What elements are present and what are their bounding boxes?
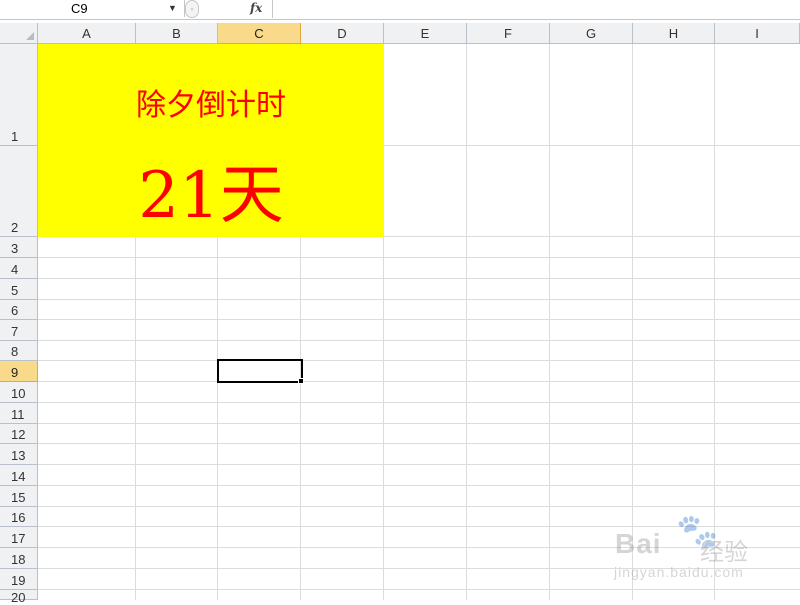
row-header-18[interactable]: 18 (0, 548, 38, 569)
row-header-19[interactable]: 19 (0, 569, 38, 590)
row-header-14[interactable]: 14 (0, 465, 38, 486)
row-header-17[interactable]: 17 (0, 527, 38, 548)
formula-bar-resize-handle[interactable]: ◦ (185, 0, 199, 18)
column-header-g[interactable]: G (550, 23, 633, 44)
row-header-12[interactable]: 12 (0, 424, 38, 444)
watermark-url: jingyan.baidu.com (614, 564, 744, 580)
row-header-2[interactable]: 2 (0, 146, 38, 237)
cell-a2-countdown: 21天 (138, 159, 284, 233)
active-cell-c9[interactable] (217, 359, 303, 383)
insert-function-icon[interactable]: fx (250, 0, 262, 17)
watermark-logo-text: Bai (615, 528, 662, 559)
cell-a1-title: 除夕倒计时 (136, 88, 286, 123)
row-header-9[interactable]: 9 (0, 361, 38, 382)
row-header-15[interactable]: 15 (0, 486, 38, 507)
column-header-f[interactable]: F (467, 23, 550, 44)
row-header-6[interactable]: 6 (0, 300, 38, 320)
row-header-8[interactable]: 8 (0, 341, 38, 361)
watermark-logo-suffix: 经验 (700, 539, 748, 566)
select-all-button[interactable] (0, 23, 38, 44)
row-header-3[interactable]: 3 (0, 237, 38, 258)
formula-input[interactable] (272, 0, 800, 18)
column-header-a[interactable]: A (38, 23, 136, 44)
name-box[interactable]: C9 ▼ (0, 0, 185, 17)
row-header-10[interactable]: 10 (0, 382, 38, 403)
name-box-value: C9 (71, 1, 88, 16)
formula-bar: C9 ▼ ◦ fx (0, 0, 800, 20)
column-header-h[interactable]: H (633, 23, 715, 44)
column-header-e[interactable]: E (384, 23, 467, 44)
row-header-13[interactable]: 13 (0, 444, 38, 465)
column-header-i[interactable]: I (715, 23, 800, 44)
row-header-20[interactable]: 20 (0, 590, 38, 605)
row-header-1[interactable]: 1 (0, 44, 38, 146)
column-header-c[interactable]: C (218, 23, 301, 44)
fill-handle[interactable] (298, 378, 304, 384)
baidu-jingyan-watermark: Bai 🐾 经验 jingyan.baidu.com (612, 508, 792, 598)
name-box-dropdown-icon[interactable]: ▼ (168, 0, 177, 17)
row-header-5[interactable]: 5 (0, 279, 38, 300)
row-header-4[interactable]: 4 (0, 258, 38, 279)
row-header-16[interactable]: 16 (0, 507, 38, 527)
column-header-d[interactable]: D (301, 23, 384, 44)
column-header-b[interactable]: B (136, 23, 218, 44)
row-header-11[interactable]: 11 (0, 403, 38, 424)
row-header-7[interactable]: 7 (0, 320, 38, 341)
